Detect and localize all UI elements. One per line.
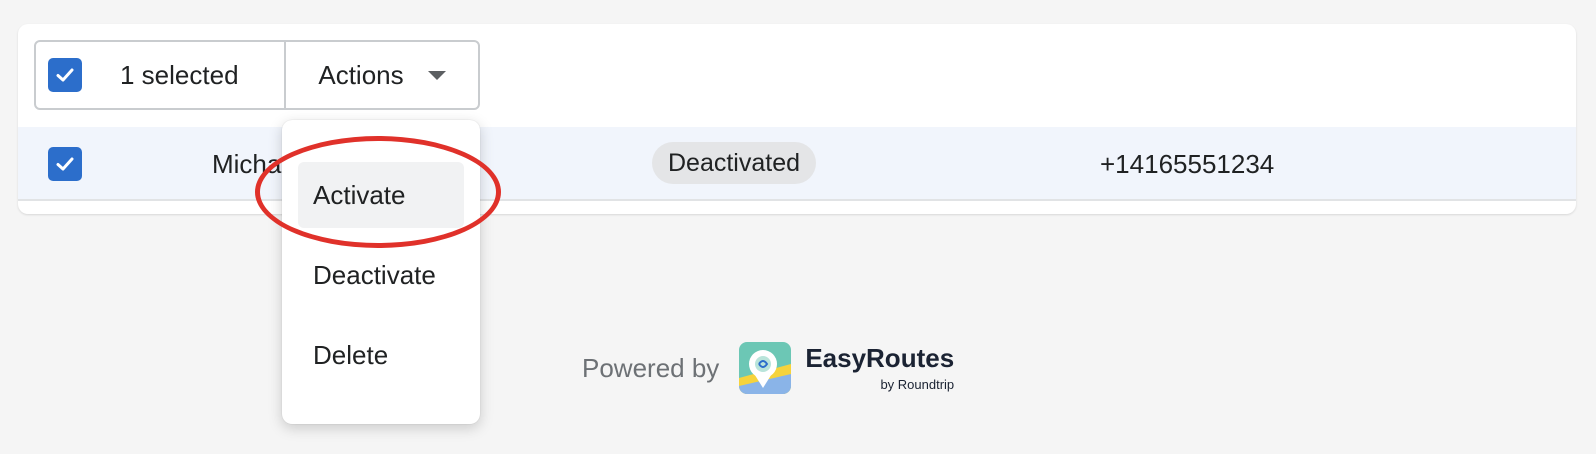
row-name: Micha bbox=[212, 149, 282, 179]
staff-table-card: 1 selected Actions Micha Deactivated +14… bbox=[18, 24, 1576, 214]
check-icon bbox=[56, 157, 74, 171]
status-badge: Deactivated bbox=[652, 142, 817, 184]
footer: Powered by EasyRoutes by Roundtrip bbox=[582, 340, 954, 396]
brand-wordmark: EasyRoutes by Roundtrip bbox=[805, 345, 954, 392]
actions-dropdown-menu: Activate Deactivate Delete bbox=[282, 120, 480, 424]
row-phone: +14165551234 bbox=[1100, 149, 1275, 179]
check-icon bbox=[56, 68, 74, 82]
bulk-actions-bar: 1 selected Actions bbox=[34, 40, 480, 110]
menu-item-activate[interactable]: Activate bbox=[298, 162, 464, 228]
menu-item-deactivate[interactable]: Deactivate bbox=[298, 242, 464, 308]
actions-button[interactable]: Actions bbox=[286, 42, 478, 108]
easyroutes-logo bbox=[739, 342, 792, 394]
row-checkbox[interactable] bbox=[48, 147, 82, 181]
chevron-down-icon bbox=[427, 70, 446, 80]
powered-by-text: Powered by bbox=[582, 352, 720, 383]
brand-subtitle: by Roundtrip bbox=[880, 376, 955, 392]
menu-item-delete[interactable]: Delete bbox=[298, 322, 464, 388]
select-all-checkbox[interactable] bbox=[48, 58, 82, 92]
selected-count: 1 selected bbox=[120, 59, 239, 90]
brand-name: EasyRoutes bbox=[805, 342, 955, 373]
bulk-selection: 1 selected bbox=[36, 42, 286, 108]
actions-label: Actions bbox=[318, 59, 404, 90]
table-row[interactable]: Micha Deactivated +14165551234 bbox=[18, 127, 1576, 201]
